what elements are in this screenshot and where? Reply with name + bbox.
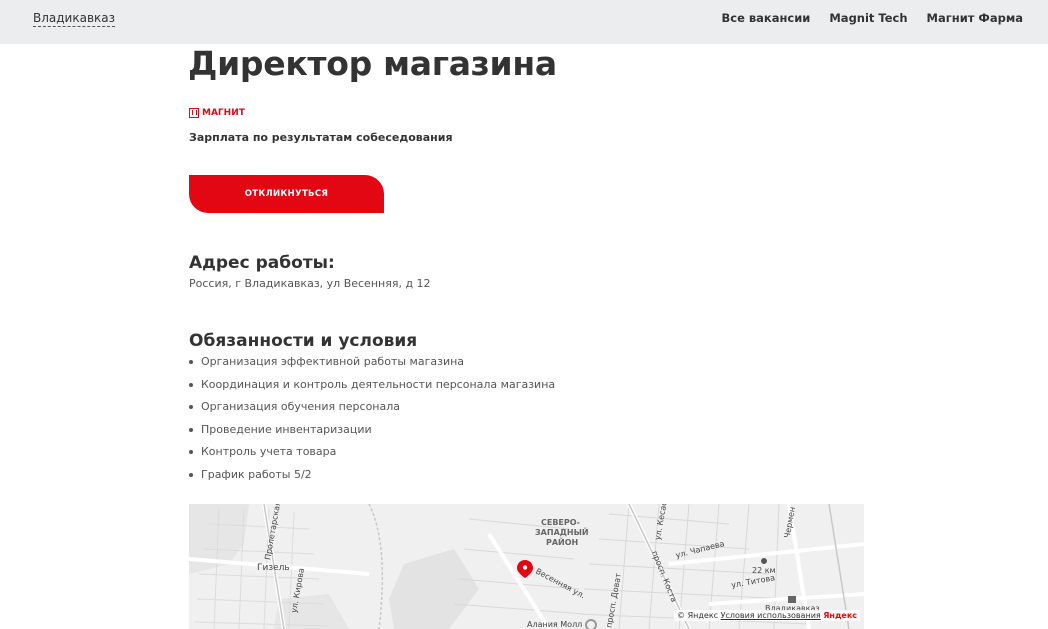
address-value: Россия, г Владикавказ, ул Весенняя, д 12 — [189, 277, 431, 290]
duties-list: Организация эффективной работы магазина … — [188, 355, 555, 491]
page-title: Директор магазина — [188, 44, 557, 83]
list-item: Организация эффективной работы магазина — [188, 355, 555, 378]
map-label-district: СЕВЕРО- — [541, 518, 580, 527]
list-item: Проведение инвентаризации — [188, 423, 555, 446]
salary-text: Зарплата по результатам собеседования — [189, 131, 453, 144]
brand-logo: МАГНИТ — [189, 108, 245, 118]
top-bar: Владикавказ Все вакансии Magnit Tech Маг… — [0, 0, 1048, 44]
map-terms-link[interactable]: Условия использования — [721, 611, 821, 620]
brand-name: МАГНИТ — [202, 108, 245, 118]
map-label-stop: 22 км — [752, 566, 776, 575]
map-copyright: © Яндекс — [677, 611, 719, 620]
duties-heading: Обязанности и условия — [189, 331, 418, 351]
list-item: Организация обучения персонала — [188, 400, 555, 423]
map-label-mall: Алания Молл — [527, 620, 583, 629]
nav-magnit-tech[interactable]: Magnit Tech — [829, 11, 907, 25]
map-credits: © Яндекс Условия использования Яндекс — [674, 610, 860, 621]
address-heading: Адрес работы: — [189, 253, 335, 273]
list-item: График работы 5/2 — [188, 468, 555, 491]
top-nav: Все вакансии Magnit Tech Магнит Фарма — [721, 11, 1023, 25]
nav-all-vacancies[interactable]: Все вакансии — [721, 11, 810, 25]
apply-button[interactable]: ОТКЛИКНУТЬСЯ — [189, 175, 384, 213]
city-selector[interactable]: Владикавказ — [33, 10, 116, 27]
map-label-district: ЗАПАДНЫЙ — [535, 528, 589, 537]
nav-magnit-pharma[interactable]: Магнит Фарма — [927, 11, 1023, 25]
list-item: Координация и контроль деятельности перс… — [188, 378, 555, 401]
map-label-district: РАЙОН — [546, 538, 579, 547]
magnit-logo-icon — [189, 108, 199, 118]
yandex-logo[interactable]: Яндекс — [823, 611, 857, 620]
location-map[interactable]: Гизель СЕВЕРО- ЗАПАДНЫЙ РАЙОН Весенняя у… — [189, 504, 864, 629]
map-label-gizel: Гизель — [257, 563, 290, 573]
list-item: Контроль учета товара — [188, 445, 555, 468]
